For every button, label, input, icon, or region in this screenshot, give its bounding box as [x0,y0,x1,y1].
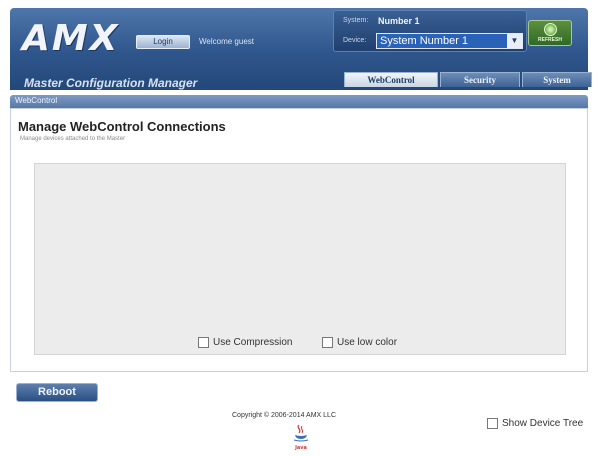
show-device-tree-checkbox[interactable] [487,418,498,429]
java-logo-icon: Java [293,424,309,451]
welcome-text: Welcome guest [199,37,254,46]
amx-logo: AMX [22,18,120,59]
device-select-value: System Number 1 [380,35,469,47]
refresh-button[interactable]: REFRESH [528,20,572,46]
system-value: Number 1 [378,16,420,26]
login-button[interactable]: Login [136,35,190,49]
section-title-bar: WebControl [10,95,588,108]
section-label: WebControl [15,96,58,105]
use-low-color-label: Use low color [337,337,398,348]
reboot-button[interactable]: Reboot [16,383,98,402]
chevron-down-icon[interactable]: ▼ [507,34,522,48]
system-panel: System: Number 1 Device: System Number 1… [333,10,527,52]
show-device-tree-label: Show Device Tree [502,418,584,429]
app-header: AMX Login Welcome guest System: Number 1… [10,8,592,90]
tab-security[interactable]: Security [440,72,520,87]
device-label: Device: [343,37,367,44]
tab-webcontrol[interactable]: WebControl [344,72,438,87]
webcontrol-viewer[interactable] [34,163,566,355]
use-low-color-checkbox[interactable] [322,337,333,348]
refresh-label: REFRESH [538,37,562,43]
device-select[interactable]: System Number 1 ▼ [376,33,523,49]
page-subtitle: Manage devices attached to the Master [20,136,126,142]
refresh-icon [544,23,557,36]
use-compression-label: Use Compression [213,337,293,348]
app-title: Master Configuration Manager [24,76,198,90]
copyright-text: Copyright © 2006-2014 AMX LLC [232,412,336,419]
use-compression-checkbox[interactable] [198,337,209,348]
page-title: Manage WebControl Connections [18,119,226,134]
java-label: Java [294,445,307,451]
tab-system[interactable]: System [522,72,592,87]
system-label: System: [343,17,369,24]
